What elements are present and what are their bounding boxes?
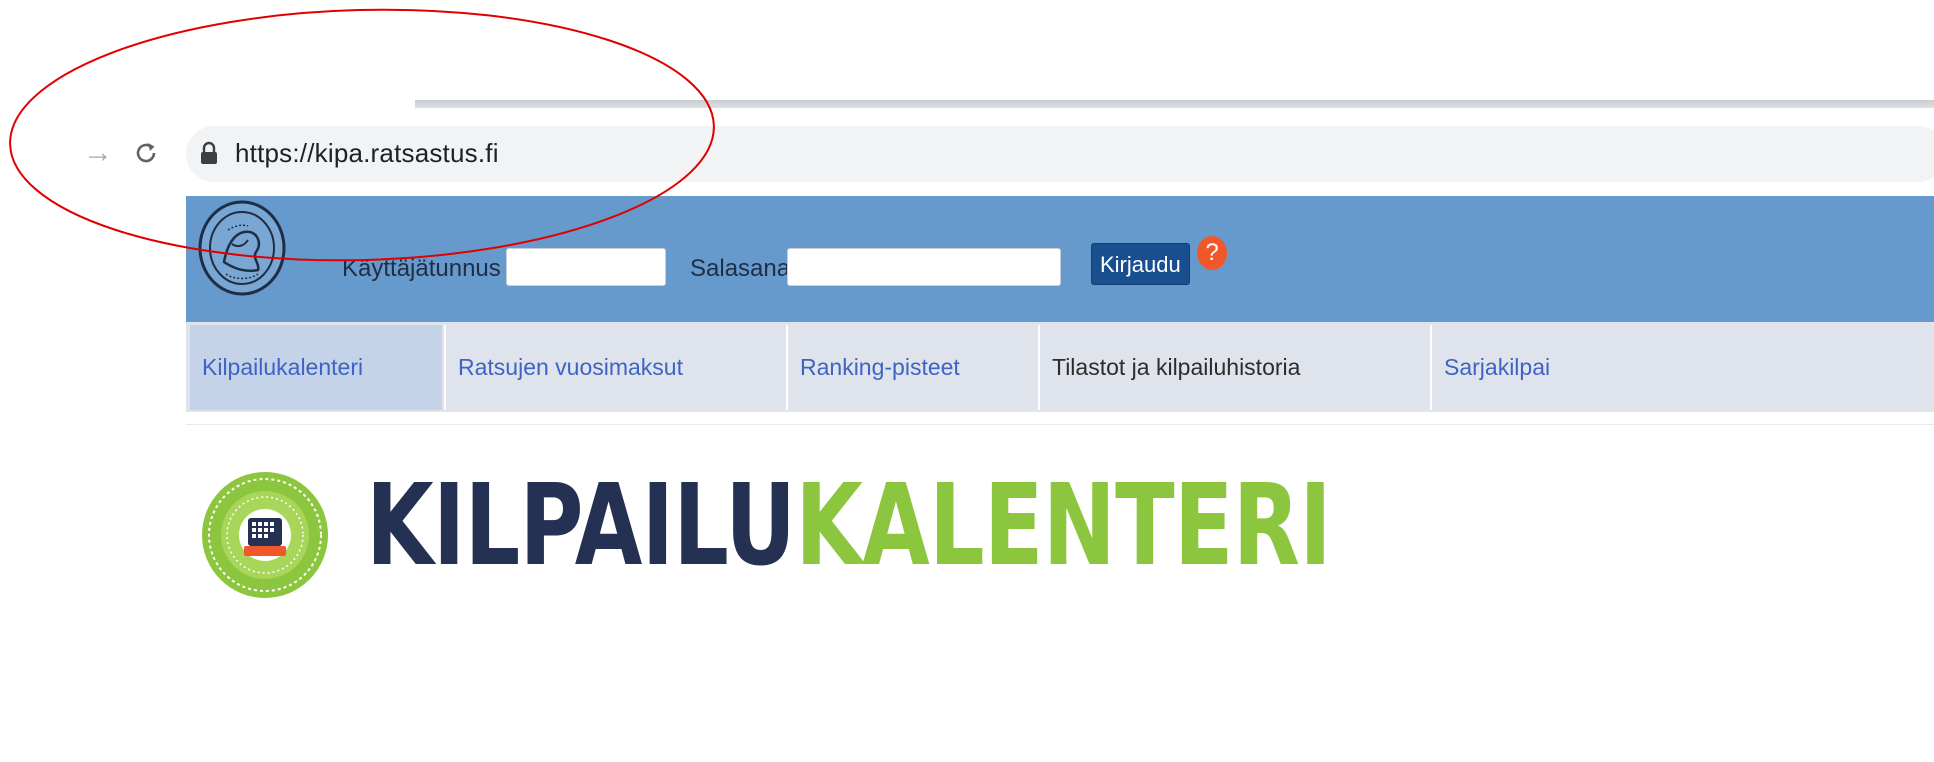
content-divider bbox=[186, 424, 1934, 425]
nav-item-ranking-pisteet[interactable]: Ranking-pisteet bbox=[788, 325, 1036, 410]
calendar-rosette-logo bbox=[202, 472, 328, 598]
tab-strip bbox=[415, 100, 1934, 108]
page-banner-title: KILPAILUKALENTERI bbox=[366, 470, 1332, 582]
federation-emblem-logo bbox=[198, 200, 286, 296]
username-label: Käyttäjätunnus bbox=[342, 255, 501, 282]
nav-item-ratsujen-vuosimaksut[interactable]: Ratsujen vuosimaksut bbox=[446, 325, 784, 410]
forward-arrow-icon[interactable]: → bbox=[80, 135, 116, 171]
reload-icon[interactable] bbox=[128, 135, 164, 171]
nav-item-kilpailukalenteri[interactable]: Kilpailukalenteri bbox=[190, 325, 442, 410]
password-label: Salasana bbox=[690, 255, 791, 282]
login-button[interactable]: Kirjaudu bbox=[1091, 243, 1190, 285]
nav-item-sarjakilpailut[interactable]: Sarjakilpai bbox=[1432, 325, 1934, 410]
banner-title-part2: KALENTERI bbox=[795, 461, 1332, 591]
nav-item-tilastot[interactable]: Tilastot ja kilpailuhistoria bbox=[1040, 325, 1428, 410]
url-text[interactable]: https://kipa.ratsastus.fi bbox=[235, 138, 499, 169]
banner-title-part1: KILPAILU bbox=[366, 461, 796, 591]
lock-icon bbox=[201, 141, 217, 164]
username-input[interactable] bbox=[506, 248, 666, 286]
help-icon[interactable]: ? bbox=[1197, 236, 1227, 270]
password-input[interactable] bbox=[787, 248, 1061, 286]
screenshot: → https://kipa.ratsastus.fi Käyttäjätunn… bbox=[0, 0, 1934, 762]
